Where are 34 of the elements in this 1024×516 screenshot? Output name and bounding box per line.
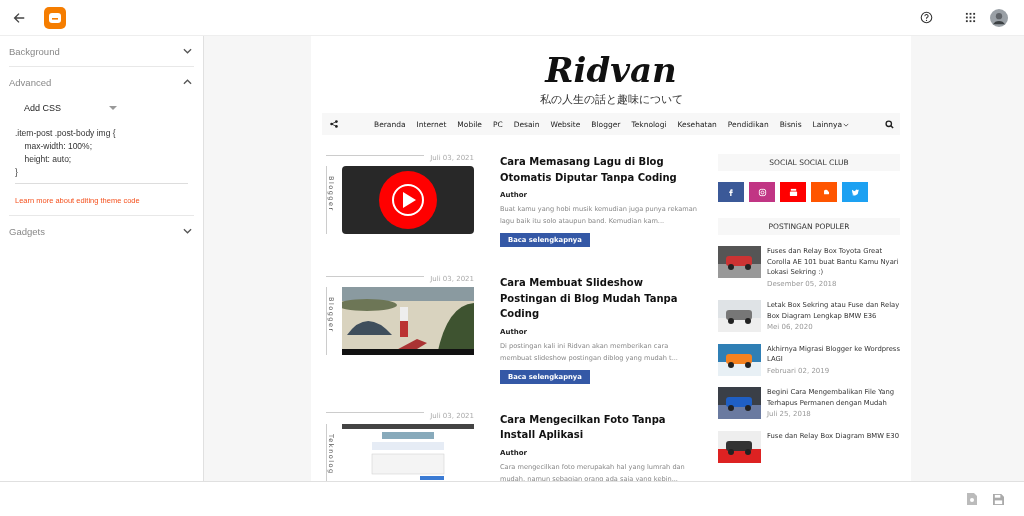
post-title[interactable]: Cara Membuat Slideshow Postingan di Blog Mudah Tanpa Coding — [500, 275, 699, 322]
blog-title: Ridvan — [543, 50, 678, 90]
back-icon[interactable] — [12, 10, 26, 25]
css-dropdown[interactable]: Add CSS — [9, 97, 133, 127]
twitter-icon — [850, 187, 860, 197]
youtube-button[interactable] — [780, 182, 806, 202]
caret-icon — [109, 106, 118, 110]
section-title: Background — [9, 45, 60, 57]
post-title[interactable]: Cara Mengecilkan Foto Tanpa Install Aplikasi — [500, 411, 699, 443]
share-icon[interactable] — [330, 120, 338, 128]
twitter-button[interactable] — [842, 182, 868, 202]
section-title: Gadgets — [9, 225, 45, 237]
blogger-logo-icon — [44, 6, 66, 29]
youtube-icon — [788, 187, 798, 197]
blog-subtitle: 私の人生の話と趣味について — [538, 92, 684, 107]
instagram-button[interactable] — [749, 182, 775, 202]
section-header[interactable]: Background — [9, 36, 194, 66]
caret-icon — [843, 122, 849, 127]
search-icon[interactable] — [885, 119, 894, 129]
help-icon[interactable] — [920, 11, 933, 24]
apps-grid-icon[interactable] — [965, 12, 976, 23]
avatar[interactable] — [990, 8, 1008, 27]
chevron-down-icon — [183, 228, 192, 234]
chevron-up-icon — [183, 79, 192, 85]
facebook-button[interactable] — [718, 182, 744, 202]
css-code-field[interactable]: .item-post .post-body img { max-width: 100%; height: auto; } — [15, 127, 188, 184]
chevron-down-icon — [183, 48, 192, 54]
facebook-icon — [726, 187, 736, 197]
post-title[interactable]: Cara Memasang Lagu di Blog Otomatis Diputar Tanpa Coding — [500, 154, 699, 185]
section-header[interactable]: Advanced — [9, 67, 194, 97]
section-header[interactable]: Gadgets — [9, 216, 194, 246]
section-title: Advanced — [9, 76, 52, 88]
instagram-icon — [757, 187, 767, 197]
soundcloud-button[interactable] — [811, 182, 837, 202]
